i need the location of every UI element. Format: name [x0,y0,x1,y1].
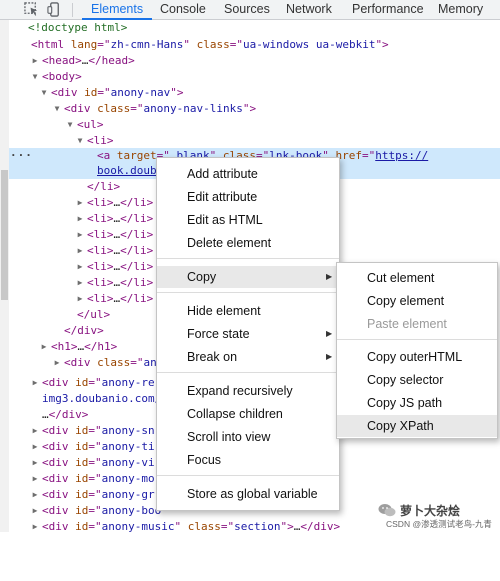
submenu-arrow-icon: ▶ [326,352,333,361]
collapse-caret-icon[interactable]: ▼ [31,69,39,85]
toolbar-divider [72,3,73,17]
menu-item-edit-as-html[interactable]: Edit as HTML [157,209,339,231]
menu-item-break-on[interactable]: Break on ▶ [157,346,339,368]
html-lang-value: zh-cmn-Hans [110,38,184,51]
expand-caret-icon[interactable]: ▶ [76,259,84,275]
submenu-item-copy-xpath[interactable]: Copy XPath [337,415,497,437]
menu-item-edit-attribute[interactable]: Edit attribute [157,186,339,208]
expand-caret-icon[interactable]: ▶ [31,375,39,391]
expand-caret-icon[interactable]: ▶ [76,275,84,291]
div-id-prefix: anony-boo [101,504,162,517]
watermark-name: 萝卜大杂烩 [400,504,461,518]
submenu-arrow-icon: ▶ [326,272,333,281]
menu-item-delete-element[interactable]: Delete element [157,232,339,254]
tab-memory[interactable]: Memory [438,0,483,19]
collapse-caret-icon[interactable]: ▼ [66,117,74,133]
device-toolbar-icon[interactable] [47,2,62,17]
html-class-value: ua-windows ua-webkit [242,38,376,51]
vertical-scrollbar[interactable] [0,20,9,532]
expand-caret-icon[interactable]: ▶ [76,243,84,259]
menu-separator [157,372,339,373]
menu-item-collapse-children[interactable]: Collapse children [157,403,339,425]
tab-network[interactable]: Network [286,0,332,19]
dom-line-nav-links[interactable]: ▼ <div class="anony-nav-links"> [0,101,500,117]
expand-caret-icon[interactable]: ▶ [31,455,39,471]
submenu-item-copy-element[interactable]: Copy element [337,290,497,312]
expand-caret-icon[interactable]: ▶ [31,487,39,503]
div-id-prefix: anony-sn [101,424,155,437]
expand-caret-icon[interactable]: ▶ [76,291,84,307]
dom-line-li[interactable]: ▼ <li> [0,133,500,149]
collapse-caret-icon[interactable]: ▼ [40,85,48,101]
img-url-text: img3.doubanio.com/ [42,392,162,405]
expand-caret-icon[interactable]: ▶ [76,227,84,243]
div-id-prefix: anony-mo [101,472,155,485]
tab-sources[interactable]: Sources [224,0,270,19]
expand-caret-icon[interactable]: ▶ [76,195,84,211]
expand-caret-icon[interactable]: ▶ [31,519,39,535]
context-menu: Add attribute Edit attribute Edit as HTM… [156,157,340,511]
menu-item-add-attribute[interactable]: Add attribute [157,163,339,185]
collapse-caret-icon[interactable]: ▼ [53,101,61,117]
expand-caret-icon[interactable]: ▶ [31,439,39,455]
copy-submenu: Cut element Copy element Paste element C… [336,262,498,439]
tab-elements[interactable]: Elements [81,0,153,20]
expand-caret-icon[interactable]: ▶ [31,503,39,519]
tab-console[interactable]: Console [160,0,206,19]
menu-item-store-as-global-variable[interactable]: Store as global variable [157,483,339,505]
expand-caret-icon[interactable]: ▶ [76,211,84,227]
expand-caret-icon[interactable]: ▶ [31,53,39,69]
nav-id-value: anony-nav [110,86,171,99]
submenu-item-copy-selector[interactable]: Copy selector [337,369,497,391]
div-id-prefix: anony-vi [101,456,155,469]
menu-item-expand-recursively[interactable]: Expand recursively [157,380,339,402]
menu-separator [157,475,339,476]
nav-links-class-value: anony-nav-links [143,102,243,115]
devtools-toolbar: Elements Console Sources Network Perform… [0,0,500,20]
expand-caret-icon[interactable]: ▶ [53,355,61,371]
expand-caret-icon[interactable]: ▶ [31,423,39,439]
menu-separator [337,339,497,340]
collapse-caret-icon[interactable]: ▼ [76,133,84,149]
dom-line-html[interactable]: <html lang="zh-cmn-Hans" class="ua-windo… [0,37,500,53]
doctype-text: <!doctype html> [28,21,128,34]
submenu-item-cut-element[interactable]: Cut element [337,267,497,289]
dom-line-body[interactable]: ▼ <body> [0,69,500,85]
menu-separator [157,258,339,259]
div-id-prefix: anony-gr [101,488,155,501]
submenu-arrow-icon: ▶ [326,329,333,338]
menu-item-focus[interactable]: Focus [157,449,339,471]
submenu-item-copy-js-path[interactable]: Copy JS path [337,392,497,414]
div-re-id-prefix: anony-re [101,376,155,389]
music-id-value: anony-music [101,520,175,533]
anchor-href-link[interactable]: https:// [375,149,428,162]
scrollbar-thumb[interactable] [1,170,8,300]
more-options-icon[interactable]: ··· [10,148,33,164]
dom-line-head[interactable]: ▶ <head>…</head> [0,53,500,69]
div-id-prefix: anony-ti [101,440,155,453]
music-class-value: section [234,520,281,533]
dom-line-ul[interactable]: ▼ <ul> [0,117,500,133]
dom-line[interactable]: <!doctype html> [0,20,500,36]
menu-item-scroll-into-view[interactable]: Scroll into view [157,426,339,448]
menu-item-force-state[interactable]: Force state ▶ [157,323,339,345]
expand-caret-icon[interactable]: ▶ [40,339,48,355]
wechat-logo-icon [378,504,396,517]
tab-performance[interactable]: Performance [352,0,424,19]
dom-line-nav[interactable]: ▼ <div id="anony-nav"> [0,85,500,101]
menu-separator [157,292,339,293]
menu-item-hide-element[interactable]: Hide element [157,300,339,322]
submenu-item-paste-element: Paste element [367,317,447,331]
watermark-source: CSDN @渗透测试老鸟-九青 [386,519,492,529]
anchor-href-cont[interactable]: book.doub [97,163,157,179]
menu-item-copy[interactable]: Copy ▶ [157,266,339,288]
submenu-item-copy-outerhtml[interactable]: Copy outerHTML [337,346,497,368]
inspect-element-icon[interactable] [24,2,39,17]
expand-caret-icon[interactable]: ▶ [31,471,39,487]
